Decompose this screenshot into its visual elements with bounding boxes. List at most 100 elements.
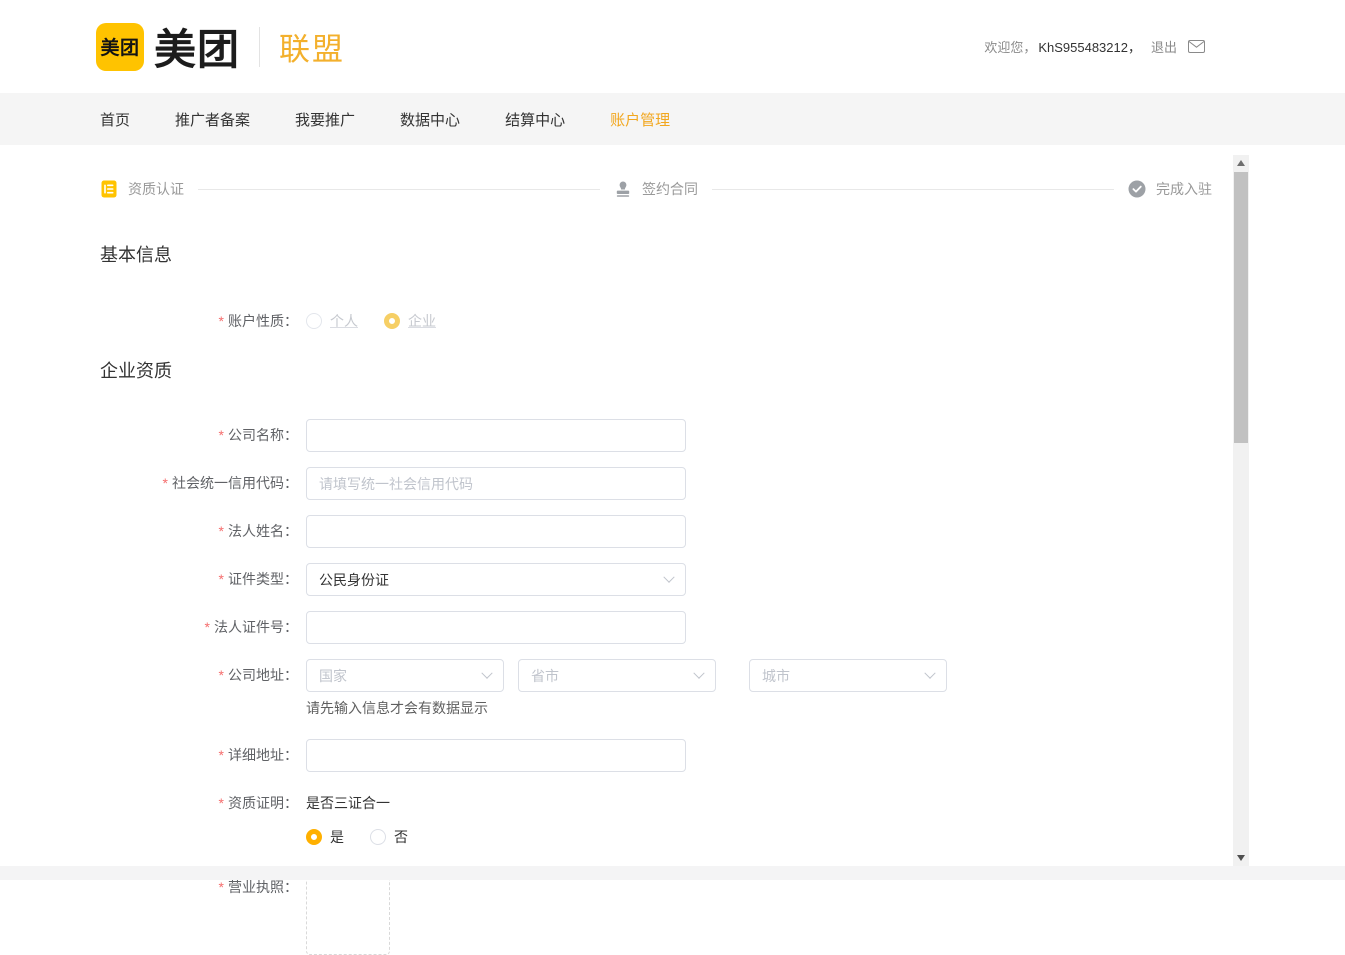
- company-name-input[interactable]: [306, 419, 686, 452]
- three-in-one-question: 是否三证合一: [306, 795, 390, 811]
- step-label: 签约合同: [642, 181, 698, 197]
- company-address-fields: 国家 省市 城市 请先输入信息才会有数据显示: [306, 659, 947, 724]
- meituan-logo[interactable]: 美团 美团 联盟: [96, 16, 345, 77]
- chevron-down-icon: [693, 667, 705, 679]
- required-mark: *: [218, 571, 224, 587]
- detail-address-row: * 详细地址：: [100, 739, 1212, 772]
- legal-name-label: * 法人姓名：: [218, 523, 298, 539]
- nav-item-home[interactable]: 首页: [100, 109, 130, 130]
- company-address-label: * 公司地址：: [218, 667, 298, 683]
- business-license-upload[interactable]: [306, 871, 390, 955]
- logo-badge-text: 美团: [100, 38, 140, 59]
- qualification-fields: 是否三证合一 是 否: [306, 795, 408, 847]
- check-circle-icon: [1128, 180, 1146, 198]
- company-name-label: * 公司名称：: [218, 427, 298, 443]
- arrow-up-icon: [1237, 160, 1245, 166]
- vertical-scrollbar[interactable]: [1233, 155, 1249, 866]
- legal-cert-no-label: * 法人证件号：: [204, 619, 298, 635]
- radio-circle-unchecked: [306, 313, 322, 329]
- step-connector: [712, 188, 1114, 190]
- province-placeholder: 省市: [531, 667, 559, 684]
- address-selects: 国家 省市 城市: [306, 659, 947, 692]
- qualification-label: * 资质证明：: [218, 795, 298, 811]
- detail-address-label: * 详细地址：: [218, 747, 298, 763]
- step-label: 资质认证: [128, 181, 184, 197]
- scrollbar-thumb[interactable]: [1234, 172, 1248, 443]
- welcome-text: 欢迎您，: [984, 40, 1037, 55]
- business-license-row: * 营业执照：: [100, 871, 1212, 955]
- account-type-label: * 账户性质：: [218, 313, 298, 329]
- main-nav: 首页 推广者备案 我要推广 数据中心 结算中心 账户管理: [0, 93, 1345, 145]
- city-placeholder: 城市: [762, 667, 790, 684]
- company-name-row: * 公司名称：: [100, 419, 1212, 452]
- mail-icon[interactable]: [1188, 40, 1205, 53]
- legal-cert-no-row: * 法人证件号：: [100, 611, 1212, 644]
- chevron-down-icon: [481, 667, 493, 679]
- step-connector: [198, 188, 600, 190]
- required-mark: *: [218, 667, 224, 683]
- radio-circle-checked: [306, 829, 322, 845]
- step-complete: 完成入驻: [1128, 179, 1212, 199]
- city-select[interactable]: 城市: [749, 659, 947, 692]
- company-address-row: * 公司地址： 国家 省市 城市 请先输入信息才会有数据显示: [100, 659, 1212, 724]
- radio-circle-checked: [384, 313, 400, 329]
- credit-code-input[interactable]: [306, 467, 686, 500]
- radio-enterprise-label: 企业: [408, 313, 436, 329]
- scroll-down-button[interactable]: [1233, 850, 1249, 866]
- radio-circle-unchecked: [370, 829, 386, 845]
- address-helper-text: 请先输入信息才会有数据显示: [306, 700, 488, 716]
- three-in-one-options: 是 否: [306, 827, 408, 847]
- credit-code-row: * 社会统一信用代码：: [100, 467, 1212, 500]
- province-select[interactable]: 省市: [518, 659, 716, 692]
- account-type-options: 个人 企业: [306, 311, 436, 331]
- nav-item-data-center[interactable]: 数据中心: [400, 109, 460, 130]
- user-area: 欢迎您， KhS955483212， 退出: [984, 37, 1205, 56]
- country-placeholder: 国家: [319, 667, 347, 684]
- cert-type-label: * 证件类型：: [218, 571, 298, 587]
- cert-type-select[interactable]: 公民身份证: [306, 563, 686, 596]
- nav-item-settlement-center[interactable]: 结算中心: [505, 109, 565, 130]
- step-contract: 签约合同: [614, 179, 698, 199]
- radio-yes[interactable]: 是: [306, 827, 344, 847]
- chevron-down-icon: [663, 571, 675, 583]
- arrow-down-icon: [1237, 855, 1245, 861]
- required-mark: *: [162, 475, 168, 491]
- step-label: 完成入驻: [1156, 181, 1212, 197]
- radio-no[interactable]: 否: [370, 827, 408, 847]
- legal-name-input[interactable]: [306, 515, 686, 548]
- stamp-icon: [616, 181, 630, 197]
- required-mark: *: [204, 619, 210, 635]
- required-mark: *: [218, 313, 224, 329]
- radio-enterprise[interactable]: 企业: [384, 311, 436, 331]
- country-select[interactable]: 国家: [306, 659, 504, 692]
- radio-yes-label: 是: [330, 829, 344, 845]
- credit-code-label: * 社会统一信用代码：: [162, 475, 298, 491]
- qualification-row: * 资质证明： 是否三证合一 是 否: [100, 787, 1212, 847]
- brand-suffix: 联盟: [279, 32, 346, 67]
- legal-cert-no-input[interactable]: [306, 611, 686, 644]
- footer-strip: [0, 866, 1345, 880]
- logo-wordmark: 美团: [154, 26, 241, 73]
- radio-personal-label: 个人: [330, 313, 358, 329]
- legal-name-row: * 法人姓名：: [100, 515, 1212, 548]
- main-content: 资质认证 签约合同 完成入驻 基本信息 * 账户性质： 个人 企业 企业资质 *…: [0, 145, 1212, 955]
- step-qualification: 资质认证: [100, 179, 184, 199]
- required-mark: *: [218, 879, 224, 895]
- logout-link[interactable]: 退出: [1151, 37, 1177, 56]
- meituan-logo-icon: 美团: [96, 22, 144, 71]
- header: 美团 美团 联盟 欢迎您， KhS955483212， 退出: [0, 0, 1345, 93]
- required-mark: *: [218, 795, 224, 811]
- business-license-label: * 营业执照：: [218, 879, 298, 895]
- nav-item-promote[interactable]: 我要推广: [295, 109, 355, 130]
- section-title-enterprise: 企业资质: [100, 361, 172, 381]
- radio-no-label: 否: [394, 829, 408, 845]
- scroll-up-button[interactable]: [1233, 155, 1249, 171]
- nav-item-account-management[interactable]: 账户管理: [610, 109, 670, 130]
- account-type-row: * 账户性质： 个人 企业: [100, 311, 1212, 331]
- logo-divider: [259, 26, 261, 67]
- radio-personal[interactable]: 个人: [306, 311, 358, 331]
- nav-item-promoter-record[interactable]: 推广者备案: [175, 109, 250, 130]
- cert-type-row: * 证件类型： 公民身份证: [100, 563, 1212, 596]
- onboarding-stepper: 资质认证 签约合同 完成入驻: [100, 179, 1212, 199]
- detail-address-input[interactable]: [306, 739, 686, 772]
